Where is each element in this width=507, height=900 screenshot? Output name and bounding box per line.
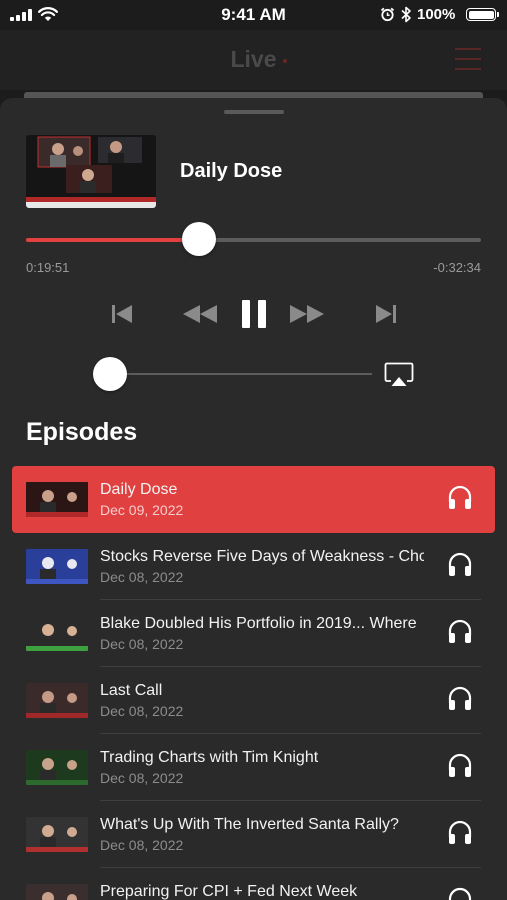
episode-row[interactable]: Last Call Dec 08, 2022 [26,667,481,734]
episode-title: Last Call [100,682,163,699]
rewind-icon [183,305,217,323]
episode-row[interactable]: Preparing For CPI + Fed Next WeekDec 08,… [26,868,481,900]
scrubber-track[interactable] [26,238,481,242]
headphones-icon [448,820,472,844]
airplay-button[interactable] [384,362,414,393]
bluetooth-icon [401,6,411,23]
listen-button[interactable] [447,552,473,578]
episode-thumbnail [26,750,88,785]
battery-percent: 100% [417,6,456,23]
episode-thumbnail [26,817,88,852]
headphones-icon [448,753,472,777]
alarm-icon [380,7,395,22]
fast-forward-icon [290,305,324,323]
menu-icon[interactable] [455,48,481,70]
rewind-button[interactable] [180,296,220,332]
volume-track[interactable] [110,373,372,375]
headphones-icon [448,887,472,900]
listen-button[interactable] [447,485,473,511]
app-header: Live [0,30,507,90]
listen-button[interactable] [447,619,473,645]
episode-thumbnail [26,482,88,517]
listen-button[interactable] [447,820,473,846]
elapsed-time: 0:19:51 [26,260,70,275]
listen-button[interactable] [447,887,473,900]
episode-title: Daily Dose [100,481,178,498]
now-playing-title: Daily Dose [180,160,283,182]
episode-date: Dec 08, 2022 [100,636,184,652]
skip-back-icon [112,305,132,323]
skip-back-button[interactable] [106,296,138,332]
live-indicator [283,59,287,63]
fast-forward-button[interactable] [287,296,327,332]
scrubber-progress [26,238,199,242]
headphones-icon [448,485,472,509]
listen-button[interactable] [447,753,473,779]
headphones-icon [448,552,472,576]
listen-button[interactable] [447,686,473,712]
header-title: Live [230,46,277,72]
episode-thumbnail [26,549,88,584]
episode-title: Stocks Reverse Five Days of Weakness - C… [100,548,424,565]
episode-date: Dec 09, 2022 [100,502,184,518]
scrubber-thumb[interactable] [181,222,216,256]
headphones-icon [448,619,472,643]
episode-thumbnail [26,884,88,900]
episode-date: Dec 08, 2022 [100,837,184,853]
episode-row[interactable]: What's Up With The Inverted Santa Rally?… [26,801,481,868]
episode-title: Blake Doubled His Portfolio in 2019... W… [100,615,417,632]
episode-thumbnail [26,616,88,651]
battery-icon [466,8,499,21]
headphones-icon [448,686,472,710]
pause-icon [242,300,266,328]
episode-title: Trading Charts with Tim Knight [100,749,319,766]
sheet-grabber[interactable] [224,110,284,114]
episode-row[interactable]: Daily Dose Dec 09, 2022 [12,466,495,533]
episode-date: Dec 08, 2022 [100,770,184,786]
episode-thumbnail [26,683,88,718]
episode-date: Dec 08, 2022 [100,703,184,719]
remaining-time: -0:32:34 [433,260,481,275]
airplay-icon [384,362,414,386]
episode-row[interactable]: Blake Doubled His Portfolio in 2019... W… [26,600,481,667]
skip-forward-button[interactable] [370,296,402,332]
episode-date: Dec 08, 2022 [100,569,184,585]
volume-thumb[interactable] [93,357,127,391]
episode-title: What's Up With The Inverted Santa Rally? [100,816,399,833]
episode-title: Preparing For CPI + Fed Next Week [100,883,358,900]
status-bar: 9:41 AM 100% [0,0,507,30]
episodes-heading: Episodes [26,418,138,446]
episode-row[interactable]: Stocks Reverse Five Days of Weakness - C… [26,533,481,600]
pause-button[interactable] [238,296,270,332]
now-playing-sheet: Daily Dose 0:19:51 -0:32:34 Episodes Dai… [0,98,507,900]
now-playing-artwork [26,135,156,208]
skip-forward-icon [376,305,396,323]
episode-row[interactable]: Trading Charts with Tim Knight Dec 08, 20… [26,734,481,801]
